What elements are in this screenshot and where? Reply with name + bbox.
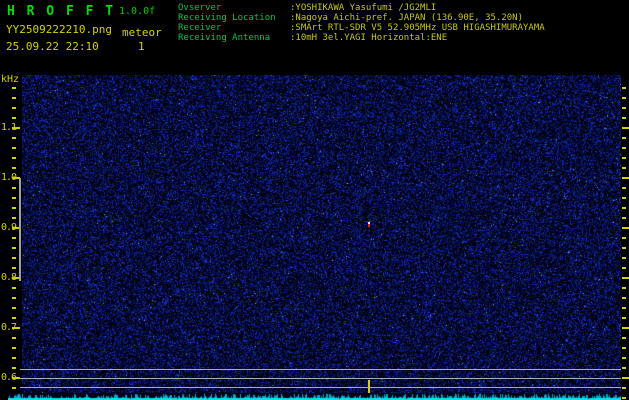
freq-minor-tick-right xyxy=(622,297,626,299)
freq-major-tick-right xyxy=(622,327,629,329)
info-value: :SMArt RTL-SDR V5 52.905MHz USB HIGASHIM… xyxy=(290,23,545,33)
freq-major-tick-right xyxy=(622,377,629,379)
freq-minor-tick-left xyxy=(12,117,16,119)
freq-minor-tick-left xyxy=(12,387,16,389)
freq-minor-tick-right xyxy=(622,147,626,149)
info-value: :YOSHIKAWA Yasufumi /JG2MLI xyxy=(290,3,437,13)
meteor-count: 1 xyxy=(138,40,145,53)
freq-minor-tick-right xyxy=(622,97,626,99)
freq-minor-tick-left xyxy=(12,367,16,369)
info-value: :10mH 3el.YAGI Horizontal:ENE xyxy=(290,33,448,43)
freq-major-tick-right xyxy=(622,177,629,179)
freq-minor-tick-left xyxy=(12,247,16,249)
freq-minor-tick-left xyxy=(12,287,16,289)
freq-minor-tick-right xyxy=(622,137,626,139)
station-info-row: Ovserver :YOSHIKAWA Yasufumi /JG2MLI xyxy=(178,3,545,13)
freq-axis-unit: kHz xyxy=(1,74,20,85)
freq-minor-tick-right xyxy=(622,157,626,159)
meteor-echo-ping-tail xyxy=(368,224,370,227)
freq-minor-tick-right xyxy=(622,107,626,109)
freq-minor-tick-left xyxy=(12,137,16,139)
freq-minor-tick-right xyxy=(622,387,626,389)
station-info-row: Receiver :SMArt RTL-SDR V5 52.905MHz USB … xyxy=(178,23,545,33)
freq-minor-tick-right xyxy=(622,267,626,269)
freq-minor-tick-left xyxy=(12,167,16,169)
freq-minor-tick-left xyxy=(12,297,16,299)
datetime-label: 25.09.22 22:10 xyxy=(6,40,99,53)
freq-minor-tick-right xyxy=(622,247,626,249)
freq-minor-tick-right xyxy=(622,307,626,309)
freq-minor-tick-right xyxy=(622,317,626,319)
freq-minor-tick-left xyxy=(12,197,16,199)
freq-minor-tick-right xyxy=(622,287,626,289)
freq-major-tick-right xyxy=(622,277,629,279)
freq-minor-tick-right xyxy=(622,217,626,219)
hrofft-spectrogram-screen: H R O F F T 1.0.0f YY2509222210.png mete… xyxy=(0,0,629,400)
freq-major-tick-left xyxy=(12,377,20,379)
freq-minor-tick-right xyxy=(622,187,626,189)
freq-major-tick-left xyxy=(12,327,20,329)
freq-minor-tick-right xyxy=(622,257,626,259)
mode-label: meteor xyxy=(122,26,162,39)
app-title: H R O F F T xyxy=(7,4,116,19)
freq-minor-tick-right xyxy=(622,347,626,349)
freq-minor-tick-left xyxy=(12,237,16,239)
freq-minor-tick-left xyxy=(12,217,16,219)
info-label: Receiving Location xyxy=(178,13,276,23)
freq-minor-tick-left xyxy=(12,97,16,99)
app-version: 1.0.0f xyxy=(119,6,156,17)
freq-minor-tick-right xyxy=(622,367,626,369)
freq-minor-tick-right xyxy=(622,207,626,209)
signal-level-strip-canvas xyxy=(8,393,621,400)
freq-minor-tick-left xyxy=(12,207,16,209)
freq-minor-tick-left xyxy=(12,357,16,359)
freq-minor-tick-left xyxy=(12,337,16,339)
freq-minor-tick-left xyxy=(12,317,16,319)
info-value: :Nagoya Aichi-pref. JAPAN (136.90E, 35.2… xyxy=(290,13,523,23)
calibration-bar xyxy=(19,178,21,281)
freq-minor-tick-left xyxy=(12,87,16,89)
freq-minor-tick-right xyxy=(622,237,626,239)
echo-band-line-upper xyxy=(20,369,621,370)
output-filename: YY2509222210.png xyxy=(6,23,112,36)
freq-minor-tick-right xyxy=(622,397,626,399)
freq-minor-tick-right xyxy=(622,167,626,169)
freq-minor-tick-left xyxy=(12,307,16,309)
station-info-row: Receiving Location :Nagoya Aichi-pref. JA… xyxy=(178,13,545,23)
info-label: Receiver xyxy=(178,23,222,33)
freq-minor-tick-left xyxy=(12,257,16,259)
freq-major-tick-right xyxy=(622,127,629,129)
freq-minor-tick-left xyxy=(12,267,16,269)
spectrogram-canvas xyxy=(22,75,621,393)
freq-minor-tick-right xyxy=(622,87,626,89)
freq-minor-tick-left xyxy=(12,107,16,109)
station-info-row: Receiving Antenna :10mH 3el.YAGI Horizont… xyxy=(178,33,545,43)
freq-minor-tick-left xyxy=(12,147,16,149)
freq-minor-tick-right xyxy=(622,117,626,119)
freq-minor-tick-left xyxy=(12,157,16,159)
info-label: Ovserver xyxy=(178,3,222,13)
freq-major-tick-left xyxy=(12,127,20,129)
echo-band-line-lower xyxy=(20,387,621,388)
freq-minor-tick-right xyxy=(622,357,626,359)
freq-major-tick-right xyxy=(622,227,629,229)
echo-band-line-center xyxy=(20,378,621,379)
station-info-block: Ovserver:YOSHIKAWA Yasufumi /JG2MLI Recei… xyxy=(178,3,545,43)
freq-minor-tick-right xyxy=(622,197,626,199)
info-label: Receiving Antenna xyxy=(178,33,271,43)
freq-minor-tick-right xyxy=(622,337,626,339)
freq-minor-tick-left xyxy=(12,187,16,189)
freq-minor-tick-left xyxy=(12,347,16,349)
